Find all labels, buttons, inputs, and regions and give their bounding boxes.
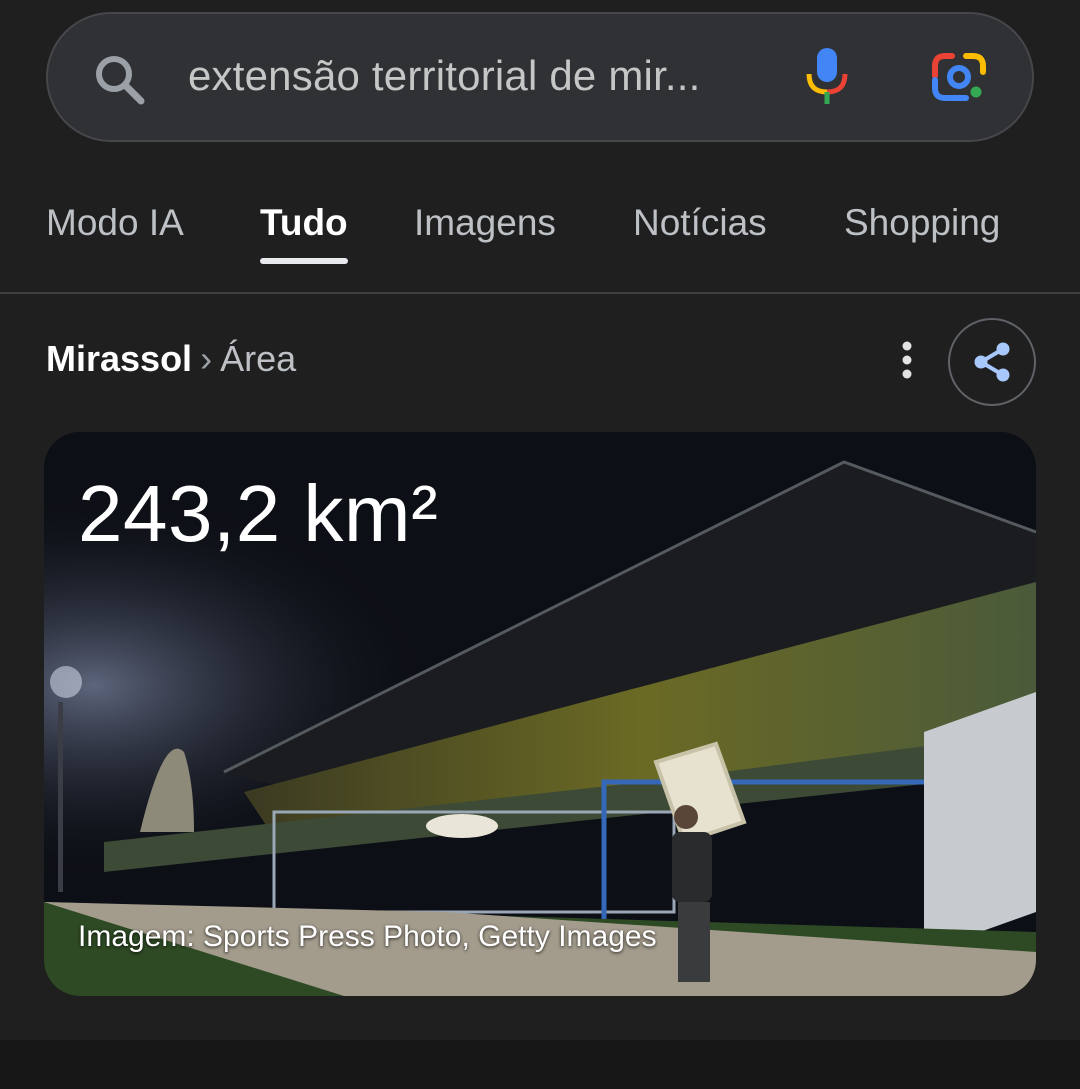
- breadcrumb-area: Área: [220, 338, 297, 379]
- share-button[interactable]: [948, 318, 1036, 406]
- google-lens-icon[interactable]: [930, 50, 988, 104]
- tabs-divider: [0, 292, 1080, 294]
- tab-modo-ia[interactable]: Modo IA: [46, 202, 184, 244]
- area-value: 243,2 km²: [78, 469, 439, 558]
- area-answer-card[interactable]: 243,2 km² Imagem: Sports Press Photo, Ge…: [44, 432, 1036, 996]
- breadcrumb[interactable]: Mirassol › Área: [46, 338, 296, 380]
- breadcrumb-mirassol[interactable]: Mirassol: [46, 338, 192, 379]
- search-icon[interactable]: [92, 52, 146, 106]
- tab-imagens[interactable]: Imagens: [414, 202, 556, 244]
- breadcrumb-separator: ›: [200, 338, 213, 379]
- search-tabs: Modo IA Tudo Imagens Notícias Shopping: [0, 190, 1080, 294]
- tab-tudo[interactable]: Tudo: [260, 202, 348, 244]
- tab-noticias[interactable]: Notícias: [633, 202, 767, 244]
- active-tab-indicator: [260, 258, 348, 264]
- more-vert-icon[interactable]: [890, 336, 924, 384]
- search-results-page: extensão territorial de mir... Modo IA T…: [0, 0, 1080, 1089]
- search-input[interactable]: extensão territorial de mir...: [188, 52, 701, 100]
- tab-shopping[interactable]: Shopping: [844, 202, 1000, 244]
- mic-icon[interactable]: [802, 46, 852, 108]
- image-credit: Imagem: Sports Press Photo, Getty Images: [78, 920, 657, 953]
- bottom-separator: [0, 1040, 1080, 1089]
- share-icon: [974, 342, 1010, 382]
